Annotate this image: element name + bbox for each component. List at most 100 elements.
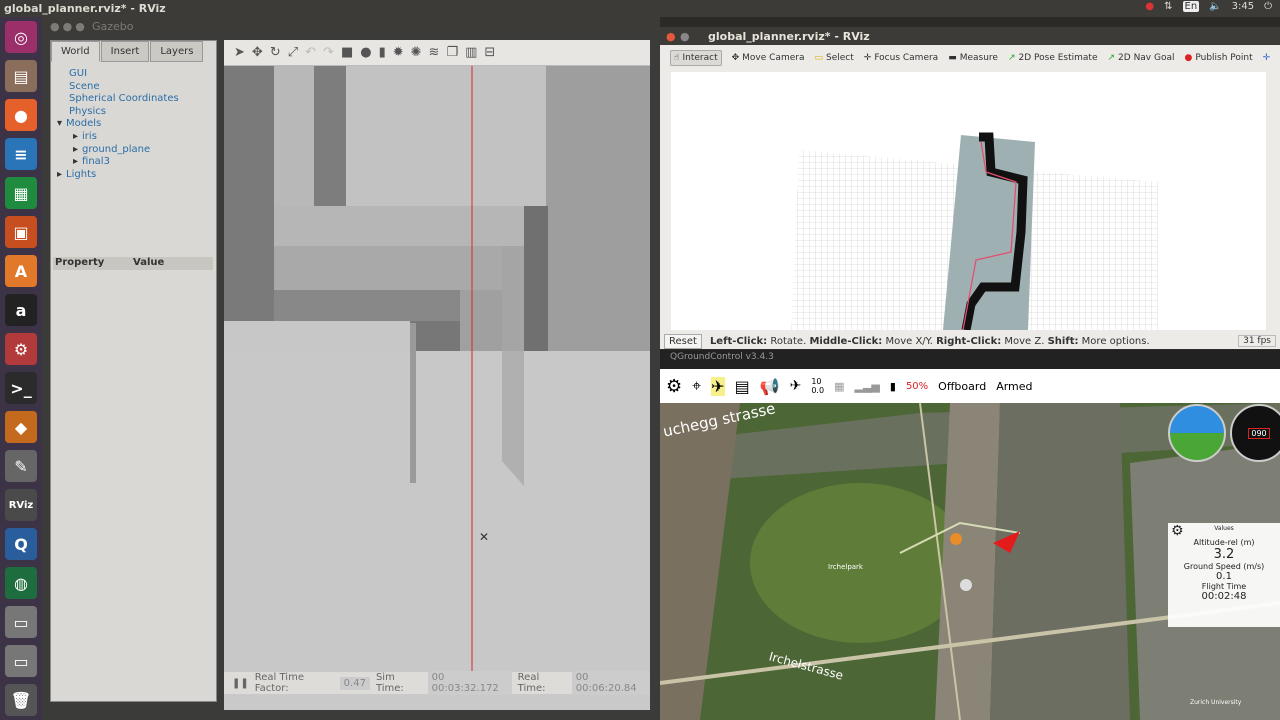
flight-mode[interactable]: Offboard [938,380,986,393]
gazebo-toolbar: ➤ ✥ ↻ ⤢ ↶ ↷ ■ ● ▮ ✹ ✺ ≋ ❐ ▥ ⊟ [224,40,650,66]
collapsed-icon: ▸ [73,156,79,168]
scale-icon[interactable]: ⤢ [288,45,298,60]
messages-icon[interactable]: 📢 [760,377,780,396]
pin-icon: ● [1184,53,1193,63]
qgc-toolbar: ⚙ ⌖ ✈ ▤ 📢 ✈ 10 0.0 ▦ ▂▃▅ ▮ 50% Offboard A… [660,369,1280,403]
minimize-icon[interactable]: ● [680,30,690,43]
translate-icon[interactable]: ✥ [252,45,263,60]
fly-view-icon[interactable]: ✈ [711,376,725,396]
reset-button[interactable]: Reset [664,333,702,349]
move-icon: ✥ [731,53,740,63]
focus-camera-button[interactable]: ✛ Focus Camera [864,53,938,63]
rviz-window: ● ● global_planner.rviz* - RViz ☝ Interac… [660,27,1280,349]
trash-icon[interactable]: 🗑 [5,684,37,716]
analyze-icon[interactable]: ▤ [735,377,750,396]
rotate-icon[interactable]: ↻ [270,45,281,60]
gazebo-icon[interactable]: ◆ [5,411,37,443]
add-tool-icon[interactable]: ✛ [1263,53,1271,63]
clock[interactable]: 3:45 [1232,1,1254,12]
attitude-indicator [1168,404,1226,462]
copy-icon[interactable]: ❐ [446,45,458,60]
flight-time-label: Flight Time [1201,582,1247,591]
paste-icon[interactable]: ▥ [465,45,477,60]
nav-goal-button[interactable]: ↗ 2D Nav Goal [1108,53,1175,63]
speed-value: 0.1 [1216,571,1232,582]
world-tree: GUI Scene Spherical Coordinates Physics … [57,68,179,182]
settings-icon[interactable]: ⚙ [5,333,37,365]
writer-icon[interactable]: ≡ [5,138,37,170]
green-arrow-icon: ↗ [1107,53,1116,63]
tab-layers[interactable]: Layers [150,41,204,62]
sim-time-label: Sim Time: [375,672,404,694]
pose-estimate-button[interactable]: ↗ 2D Pose Estimate [1008,53,1098,63]
rtf-label: Real Time Factor: [254,672,304,694]
tab-world[interactable]: World [51,41,100,62]
tree-item-iris[interactable]: ▸ iris [69,131,179,144]
ubuntu-dash-icon[interactable]: ◎ [5,21,37,53]
map-label-park: Irchelpark [828,563,863,571]
calc-icon[interactable]: ▦ [5,177,37,209]
sphere-icon[interactable]: ● [360,45,371,60]
volume-icon[interactable]: 🔈 [1209,1,1221,12]
move-camera-button[interactable]: ✥ Move Camera [732,53,805,63]
firefox-icon[interactable]: ● [5,99,37,131]
battery-icon[interactable]: ▮ [890,380,896,393]
gazebo-scene: ✕ [224,66,650,672]
top-panel: global_planner.rviz* - RViz ● ⇅ En 🔈 3:4… [0,0,1280,17]
plan-view-icon[interactable]: ⌖ [692,376,701,396]
tree-item-ground-plane[interactable]: ▸ ground_plane [69,144,179,157]
rviz-icon[interactable]: RViz [5,489,37,521]
values-gear-icon[interactable]: ⚙ [1171,523,1184,539]
tree-item-final3[interactable]: ▸ final3 [69,156,179,169]
tree-item-spherical[interactable]: Spherical Coordinates [69,93,179,106]
dir-light-icon[interactable]: ≋ [429,45,440,60]
files-icon[interactable]: ▤ [5,60,37,92]
tree-item-lights[interactable]: ▸ Lights [57,169,179,182]
impress-icon[interactable]: ▣ [5,216,37,248]
settings-gear-icon[interactable]: ⚙ [666,376,682,397]
tree-item-gui[interactable]: GUI [69,68,179,81]
keyboard-layout[interactable]: En [1182,1,1200,12]
point-light-icon[interactable]: ✹ [393,45,404,60]
undo-icon[interactable]: ↶ [305,45,316,60]
satellite-map[interactable]: uchegg strasse Irchelpark Irchelstrasse … [660,403,1280,720]
tree-item-scene[interactable]: Scene [69,81,179,94]
select-icon[interactable]: ➤ [234,45,245,60]
drive-icon[interactable]: ▭ [5,645,37,677]
network-icon[interactable]: ⇅ [1164,1,1172,12]
window-controls[interactable]: ●●● [50,20,88,33]
pause-icon[interactable]: ❚❚ [232,678,249,689]
terminal-icon[interactable]: >_ [5,372,37,404]
cylinder-icon[interactable]: ▮ [379,45,386,60]
software-center-icon[interactable]: A [5,255,37,287]
publish-point-button[interactable]: ● Publish Point [1185,53,1253,63]
collapsed-icon: ▸ [57,168,63,180]
signal-icon: ▂▃▅ [854,379,880,393]
spot-light-icon[interactable]: ✺ [411,45,422,60]
interact-button[interactable]: ☝ Interact [670,50,722,66]
rviz-3d-view[interactable] [671,72,1266,331]
power-icon[interactable]: ⏻ [1264,1,1272,12]
qgroundcontrol-icon[interactable]: Q [5,528,37,560]
rc-icon[interactable]: ▦ [834,380,844,393]
rtf-value: 0.47 [339,676,370,690]
box-icon[interactable]: ■ [341,45,353,60]
close-icon[interactable]: ● [666,30,676,43]
notification-icon[interactable]: ● [1145,1,1154,12]
align-icon[interactable]: ⊟ [484,45,495,60]
gazebo-3d-view[interactable]: ➤ ✥ ↻ ⤢ ↶ ↷ ■ ● ▮ ✹ ✺ ≋ ❐ ▥ ⊟ ✕ ❚❚ Real … [224,40,651,710]
tree-item-physics[interactable]: Physics [69,106,179,119]
amazon-icon[interactable]: a [5,294,37,326]
drive-icon[interactable]: ▭ [5,606,37,638]
measure-button[interactable]: ▬ Measure [948,53,998,63]
text-editor-icon[interactable]: ✎ [5,450,37,482]
world-panel: World Insert Layers GUI Scene Spherical … [50,40,217,702]
tree-item-models[interactable]: ▾ Models [57,118,179,131]
select-button[interactable]: ▭ Select [814,53,853,63]
globe-icon[interactable]: ◍ [5,567,37,599]
redo-icon[interactable]: ↷ [323,45,334,60]
gps-icon[interactable]: ✈ [790,378,802,394]
real-time-value: 00 00:06:20.84 [571,671,651,695]
tab-insert[interactable]: Insert [100,41,150,62]
armed-status[interactable]: Armed [996,380,1032,393]
